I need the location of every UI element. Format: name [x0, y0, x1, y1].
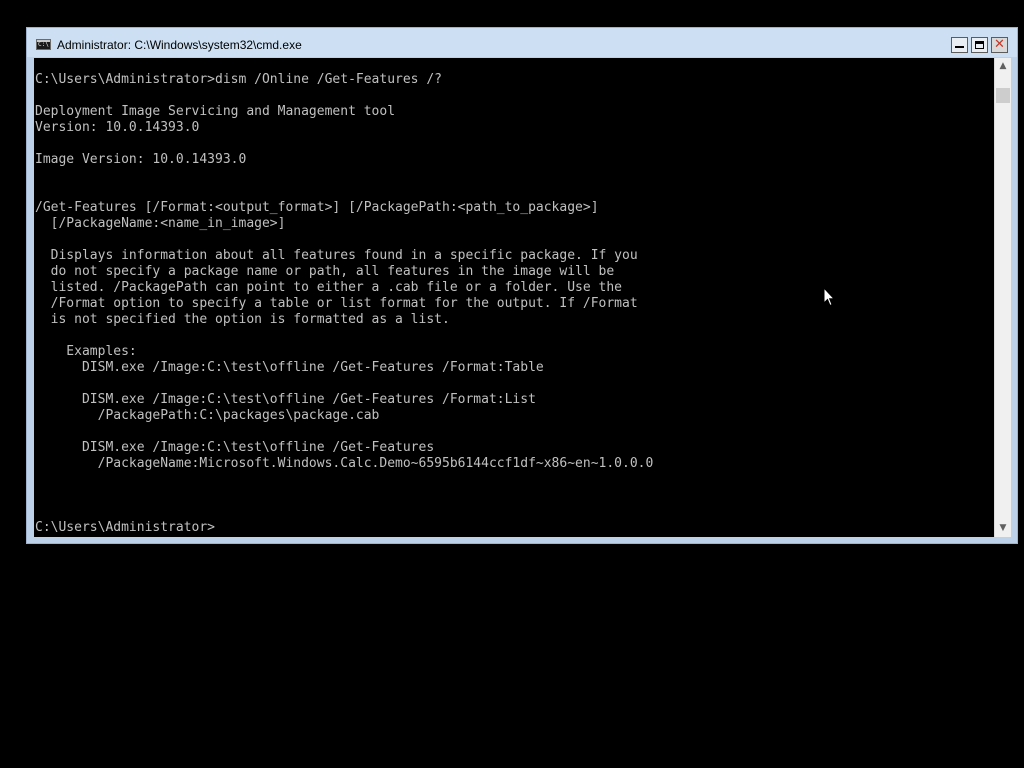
maximize-button[interactable]: [971, 37, 988, 53]
console-line: Displays information about all features …: [35, 248, 638, 263]
console-line: listed. /PackagePath can point to either…: [35, 280, 622, 295]
title-bar[interactable]: C:\ Administrator: C:\Windows\system32\c…: [27, 28, 1017, 57]
console-line: do not specify a package name or path, a…: [35, 264, 615, 279]
console-line: C:\Users\Administrator>: [35, 520, 216, 535]
minimize-button[interactable]: [951, 37, 968, 53]
scroll-down-arrow-icon[interactable]: ▼: [995, 520, 1011, 537]
console-line: DISM.exe /Image:C:\test\offline /Get-Fea…: [35, 392, 536, 407]
vertical-scrollbar[interactable]: ▲ ▼: [994, 58, 1011, 537]
close-button[interactable]: ✕: [991, 37, 1008, 53]
cmd-window: C:\ Administrator: C:\Windows\system32\c…: [26, 27, 1018, 544]
console-line: DISM.exe /Image:C:\test\offline /Get-Fea…: [35, 440, 435, 455]
window-title: Administrator: C:\Windows\system32\cmd.e…: [57, 38, 302, 52]
scroll-thumb[interactable]: [996, 88, 1010, 103]
cmd-icon-glyph: C:\: [38, 41, 49, 48]
console-line: [/PackageName:<name_in_image>]: [35, 216, 286, 231]
console-line: Examples:: [35, 344, 137, 359]
console-line: Image Version: 10.0.14393.0: [35, 152, 247, 167]
console-line: Deployment Image Servicing and Managemen…: [35, 104, 396, 119]
desktop: C:\ Administrator: C:\Windows\system32\c…: [0, 0, 1024, 768]
minimize-icon: [955, 46, 964, 48]
console-text: C:\Users\Administrator>dism /Online /Get…: [35, 72, 653, 536]
console-line: /Get-Features [/Format:<output_format>] …: [35, 200, 599, 215]
console-line: /Format option to specify a table or lis…: [35, 296, 638, 311]
maximize-icon: [975, 41, 984, 49]
console-line: DISM.exe /Image:C:\test\offline /Get-Fea…: [35, 360, 544, 375]
console-output[interactable]: C:\Users\Administrator>dism /Online /Get…: [34, 58, 994, 537]
mouse-pointer-icon: [823, 287, 835, 307]
console-line: /PackagePath:C:\packages\package.cab: [35, 408, 380, 423]
console-line: C:\Users\Administrator>dism /Online /Get…: [35, 72, 442, 87]
cmd-icon[interactable]: C:\: [36, 39, 51, 50]
console-line: /PackageName:Microsoft.Windows.Calc.Demo…: [35, 456, 654, 471]
console-line: is not specified the option is formatted…: [35, 312, 450, 327]
console-line: Version: 10.0.14393.0: [35, 120, 200, 135]
scroll-up-arrow-icon[interactable]: ▲: [995, 58, 1011, 75]
close-icon: ✕: [994, 37, 1005, 52]
